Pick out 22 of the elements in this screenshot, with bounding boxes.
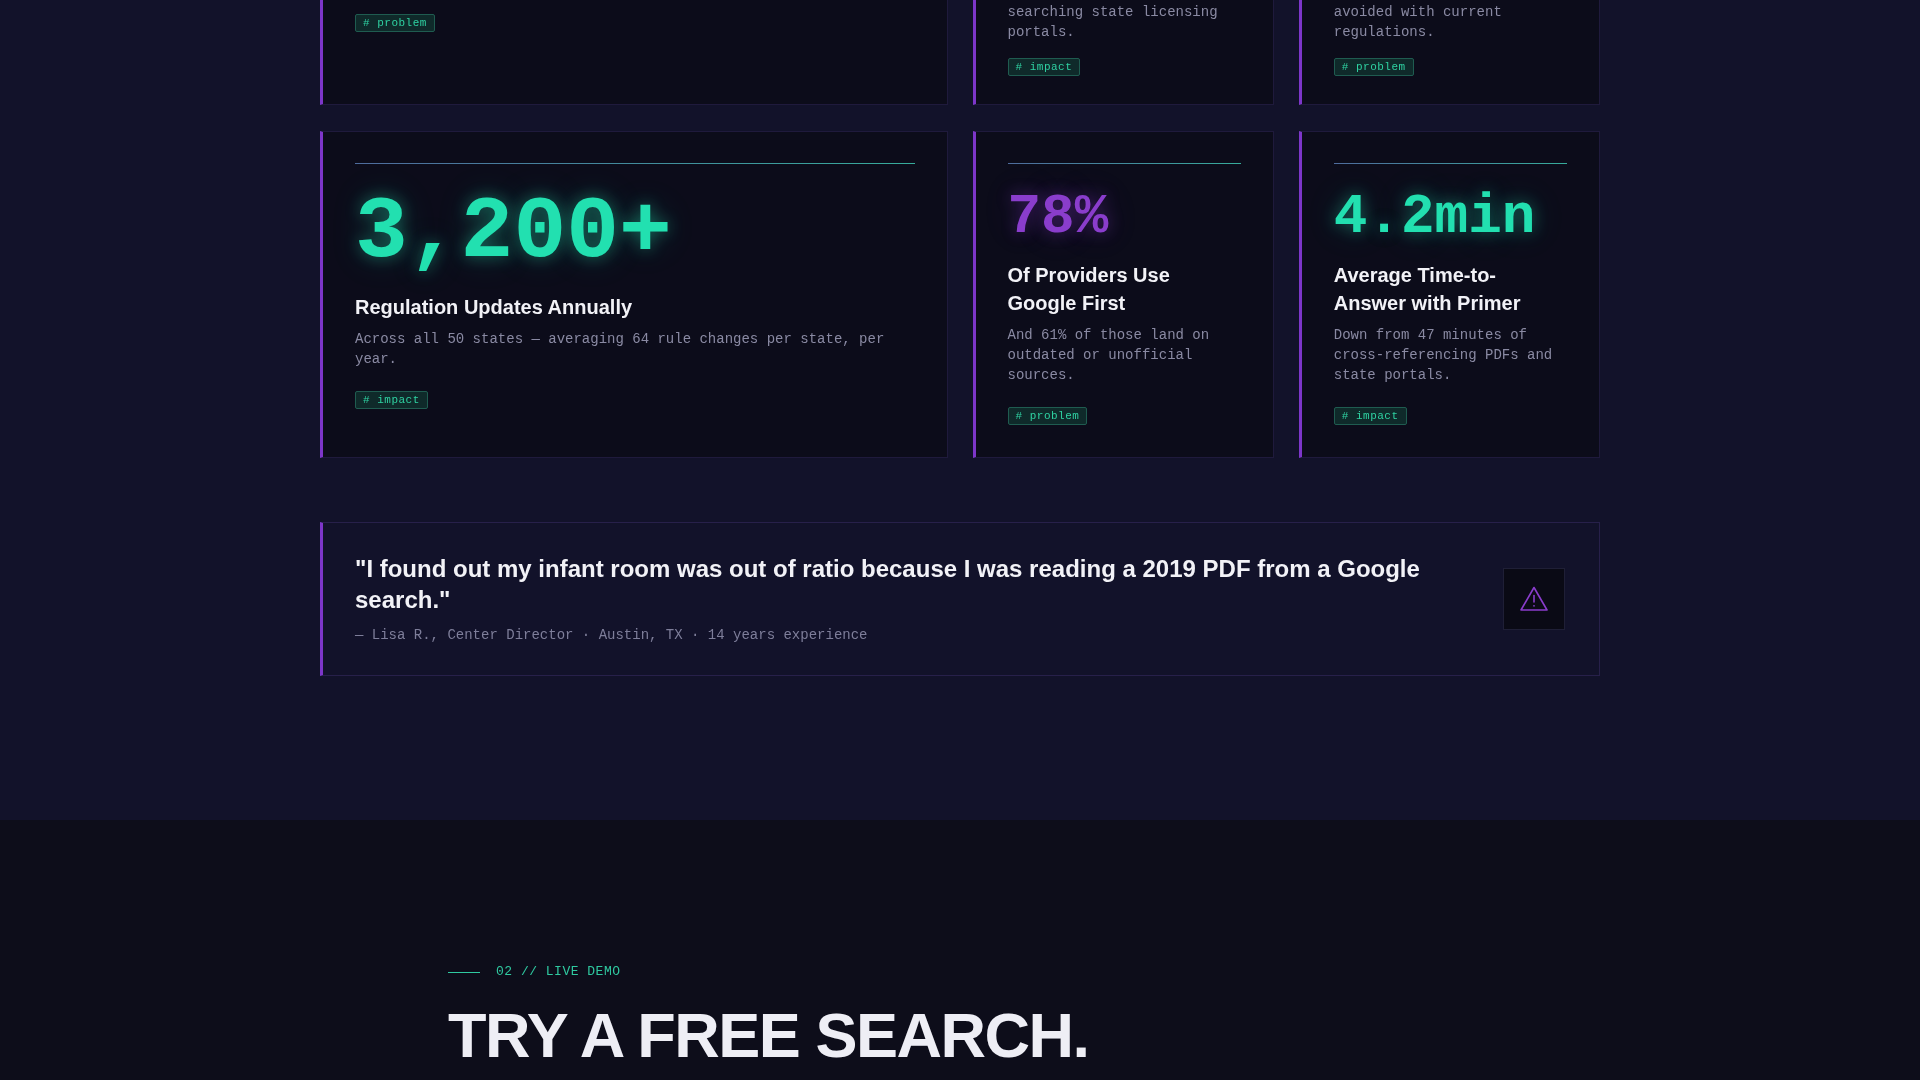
category-tag: # problem — [1333, 58, 1414, 76]
stat-value: 3,200+ — [355, 189, 672, 277]
stat-description: And 61% of those land on outdated or unofficial sources. — [1007, 326, 1211, 385]
stat-description: Across all 50 states — averaging 64 rule changes per state, per year. — [355, 330, 886, 369]
section-heading: TRY A FREE SEARCH. — [448, 1004, 1090, 1067]
quote-text: "I found out my infant room was out of ratio because I was reading a 2019 PDF from a Google search." — [355, 554, 1421, 615]
stat-value: 4.2min — [1333, 189, 1536, 245]
category-tag: # problem — [355, 14, 435, 32]
warning-icon — [1503, 568, 1565, 630]
stat-description: searching state licensing portals. — [1007, 3, 1219, 42]
stat-title: Of Providers Use Google First — [1007, 263, 1171, 316]
stat-description: avoided with current regulations. — [1333, 3, 1503, 42]
category-tag: # impact — [355, 391, 428, 409]
stat-title: Regulation Updates Annually — [355, 295, 633, 320]
section-eyebrow: 02 // LIVE DEMO — [496, 964, 621, 980]
category-tag: # impact — [1007, 58, 1081, 76]
category-tag: # impact — [1333, 407, 1407, 425]
quote-attribution: — Lisa R., Center Director · Austin, TX · 14 years experience — [355, 626, 869, 645]
stat-value: 78% — [1007, 189, 1109, 245]
category-tag: # problem — [1007, 407, 1088, 425]
stat-description: Down from 47 minutes of cross-referencing PDFs and state portals. — [1333, 326, 1554, 385]
stat-title: Average Time-to-Answer with Primer — [1333, 263, 1522, 316]
